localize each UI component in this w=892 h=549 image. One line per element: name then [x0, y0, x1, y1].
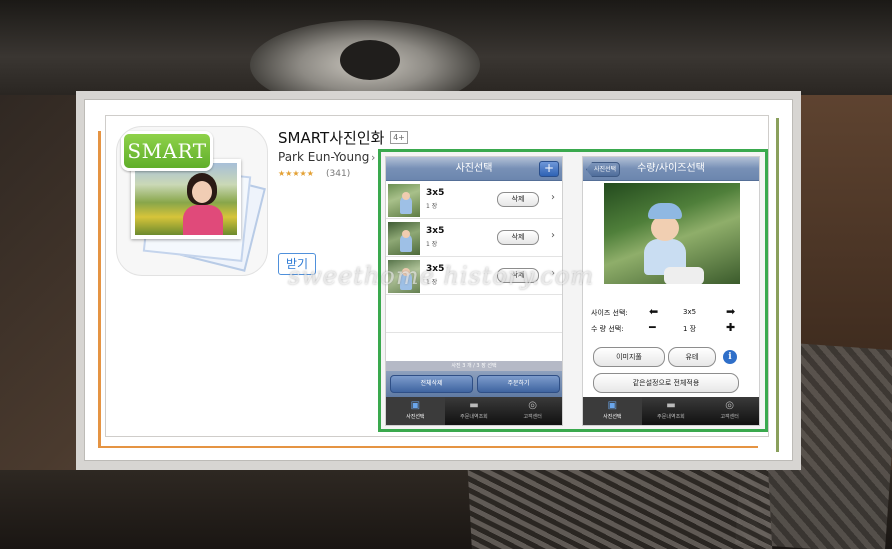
delete-button[interactable]: 삭제: [497, 268, 539, 283]
star-rating-icon: ★★★★★: [278, 169, 314, 178]
age-rating-badge: 4+: [390, 131, 408, 144]
get-button[interactable]: 받기: [278, 253, 316, 275]
tab-order-history[interactable]: ▬ 주문내역조회: [445, 397, 504, 425]
action-bar: 전체삭제 주문하기: [386, 371, 562, 397]
accent-line-right: [776, 118, 779, 452]
headset-icon: ◎: [528, 400, 537, 411]
image-fill-button[interactable]: 이미지풀: [593, 347, 665, 367]
size-value: 3x5: [683, 308, 697, 316]
delete-button[interactable]: 삭제: [497, 192, 539, 207]
icon-girl-body: [183, 205, 223, 235]
tab-label: 주문내역조회: [657, 414, 685, 420]
row-count: 1 장: [426, 241, 438, 248]
minus-icon[interactable]: ━: [649, 321, 656, 334]
tab-bar: ▣ 사진선택 ▬ 주문내역조회 ◎ 고객센터: [583, 397, 759, 425]
nav-bar: 사진선택: [386, 157, 562, 181]
row-count: 1 장: [426, 203, 438, 210]
camera-icon: ▣: [607, 400, 618, 411]
tab-label: 주문내역조회: [460, 414, 488, 420]
arrow-right-icon[interactable]: ➡: [726, 305, 735, 318]
app-title: SMART사진인화: [278, 129, 385, 147]
list-item[interactable]: 3x5 1 장 삭제 ›: [386, 182, 562, 219]
row-size: 3x5: [426, 226, 445, 236]
list-item[interactable]: 3x5 1 장 삭제 ›: [386, 220, 562, 257]
thumbnail-kid-face: [402, 192, 410, 200]
accent-line-bottom: [98, 446, 758, 448]
tab-bar: ▣ 사진선택 ▬ 주문내역조회 ◎ 고객센터: [386, 397, 562, 425]
row-count: 1 장: [426, 279, 438, 286]
developer-link[interactable]: Park Eun-Young: [278, 150, 369, 164]
background-wood: [792, 95, 892, 355]
chevron-right-icon[interactable]: ›: [371, 151, 375, 164]
border-button[interactable]: 유테: [668, 347, 716, 367]
info-icon[interactable]: i: [723, 350, 737, 364]
row-size: 3x5: [426, 264, 445, 274]
quantity-option-row: 수 량 선택: ━ 1 장 ✚: [591, 321, 751, 337]
selected-photo: [604, 183, 740, 284]
tab-photo-select[interactable]: ▣ 사진선택: [583, 397, 642, 425]
quantity-label: 수 량 선택:: [591, 325, 624, 333]
size-option-row: 사이즈 선택: ⬅ 3x5 ➡: [591, 305, 751, 321]
chevron-right-icon[interactable]: ›: [551, 268, 555, 279]
photo-thumbnail: [388, 222, 420, 255]
nav-title: 사진선택: [455, 163, 493, 174]
tab-order-history[interactable]: ▬ 주문내역조회: [642, 397, 701, 425]
app-icon[interactable]: SMART: [116, 126, 268, 276]
icon-photo-front: [131, 159, 241, 239]
tab-label: 고객센터: [523, 414, 542, 420]
monitor-icon: ▬: [469, 400, 479, 411]
chevron-right-icon[interactable]: ›: [551, 192, 555, 203]
headset-icon: ◎: [725, 400, 734, 411]
thumbnail-kid-face: [402, 268, 410, 276]
back-button[interactable]: 사진선택: [586, 162, 620, 177]
tab-label: 사진선택: [406, 414, 425, 420]
photo-thumbnail: [388, 184, 420, 217]
delete-button[interactable]: 삭제: [497, 230, 539, 245]
photo-thumbnail: [388, 260, 420, 293]
screenshot-size-select[interactable]: 수량/사이즈선택 사진선택 사이즈 선택: ⬅ 3x5 ➡ 수 량 선택: ━ …: [582, 156, 760, 426]
rating-count: (341): [326, 169, 351, 179]
photo-kid-pants: [664, 267, 704, 284]
thumbnail-kid-face: [402, 230, 410, 238]
chevron-right-icon[interactable]: ›: [551, 230, 555, 241]
list-item-empty: [386, 296, 562, 333]
row-size: 3x5: [426, 188, 445, 198]
tab-customer-center[interactable]: ◎ 고객센터: [700, 397, 759, 425]
screenshot-photo-select[interactable]: 사진선택 + 3x5 1 장 삭제 › 3x5 1 장 삭제 › 3x5 1 장…: [385, 156, 563, 426]
order-button[interactable]: 주문하기: [477, 375, 560, 393]
delete-all-button[interactable]: 전체삭제: [390, 375, 473, 393]
camera-icon: ▣: [410, 400, 421, 411]
apply-all-button[interactable]: 같은설정으로 전체적용: [593, 373, 739, 393]
tab-label: 고객센터: [720, 414, 739, 420]
photo-kid-cap: [648, 203, 682, 219]
tab-label: 사진선택: [603, 414, 622, 420]
background-lens-center: [340, 40, 400, 80]
list-item[interactable]: 3x5 1 장 삭제 ›: [386, 258, 562, 295]
icon-girl-face: [192, 181, 212, 203]
icon-smart-badge: SMART: [121, 131, 213, 171]
plus-icon[interactable]: ✚: [726, 321, 735, 334]
add-photo-button[interactable]: +: [539, 161, 559, 177]
tab-customer-center[interactable]: ◎ 고객센터: [503, 397, 562, 425]
arrow-left-icon[interactable]: ⬅: [649, 305, 658, 318]
quantity-value: 1 장: [683, 325, 697, 333]
tab-photo-select[interactable]: ▣ 사진선택: [386, 397, 445, 425]
accent-line-left: [98, 131, 101, 447]
monitor-icon: ▬: [666, 400, 676, 411]
size-label: 사이즈 선택:: [591, 309, 628, 317]
selection-status: 사진 3 개 / 3 장 선택: [386, 361, 562, 371]
nav-title: 수량/사이즈선택: [637, 163, 705, 174]
